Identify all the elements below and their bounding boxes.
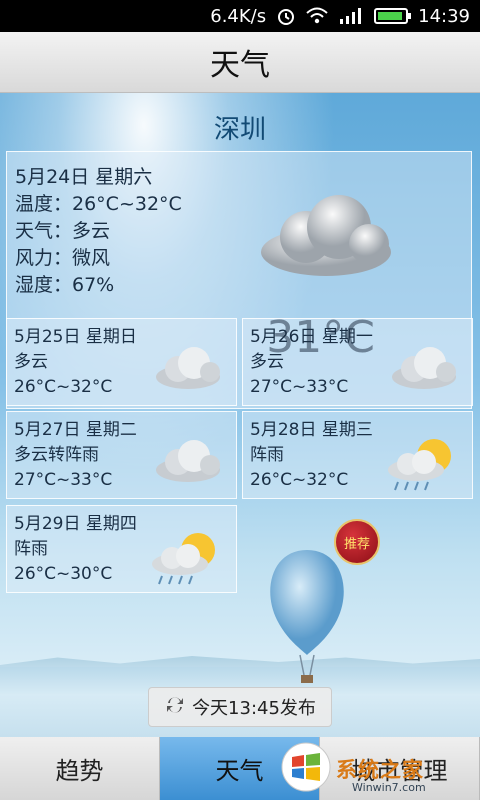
city-name[interactable]: 深圳 [0,109,480,146]
sun-shower-icon [384,434,460,502]
forecast-date: 5月26日 星期一 [250,327,373,347]
tab-trend[interactable]: 趋势 [0,737,160,800]
cloudy-icon [152,341,224,395]
today-wind: 风力：微风 [15,247,111,269]
watermark: 系统之家 Winwin7.com [280,737,480,800]
forecast-weather: 多云转阵雨 [14,445,99,465]
watermark-brand: 系统之家 [336,757,424,782]
watermark-url: Winwin7.com [352,781,426,794]
forecast-date: 5月25日 星期日 [14,327,137,347]
today-date: 5月24日 星期六 [15,166,153,188]
forecast-weather: 多云 [14,352,48,372]
forecast-card[interactable]: 5月25日 星期日 多云 26°C~32°C [6,318,237,406]
sun-shower-icon [148,528,224,596]
cloudy-icon [251,182,401,286]
forecast-date: 5月28日 星期三 [250,420,373,440]
promo-card[interactable]: 推荐 [242,505,473,683]
hot-air-balloon-image [262,545,352,699]
forecast-card[interactable]: 5月29日 星期四 阵雨 26°C~30°C [6,505,237,593]
weather-content: 深圳 5月24日 星期六 温度：26°C~32°C 天气：多云 风力：微风 湿度… [0,93,480,737]
network-speed: 6.4K/s [210,5,267,27]
page-title: 天气 [0,32,480,93]
signal-icon [338,7,364,25]
forecast-temp: 26°C~30°C [14,564,113,584]
alarm-icon [276,6,296,26]
forecast-temp: 26°C~32°C [14,377,113,397]
forecast-card[interactable]: 5月26日 星期一 多云 27°C~33°C [242,318,473,406]
forecast-temp: 27°C~33°C [14,470,113,490]
windows-logo-icon [280,741,332,797]
forecast-weather: 阵雨 [14,539,48,559]
status-bar: 6.4K/s 14:39 [0,0,480,32]
refresh-button[interactable]: 今天13:45发布 [148,687,332,727]
forecast-temp: 27°C~33°C [250,377,349,397]
forecast-card[interactable]: 5月27日 星期二 多云转阵雨 27°C~33°C [6,411,237,499]
cloudy-icon [388,341,460,395]
forecast-card[interactable]: 5月28日 星期三 阵雨 26°C~32°C [242,411,473,499]
today-temperature: 温度：26°C~32°C [15,193,182,215]
forecast-temp: 26°C~32°C [250,470,349,490]
forecast-weather: 阵雨 [250,445,284,465]
refresh-icon [164,694,186,721]
today-humidity: 湿度：67% [15,274,115,296]
today-weather: 天气：多云 [15,220,111,242]
cloudy-icon [152,434,224,488]
clock: 14:39 [418,5,470,27]
wifi-icon [306,7,328,25]
forecast-weather: 多云 [250,352,284,372]
battery-icon [374,8,412,24]
recommend-badge[interactable]: 推荐 [334,519,380,565]
forecast-date: 5月27日 星期二 [14,420,137,440]
publish-time: 今天13:45发布 [192,698,316,719]
forecast-date: 5月29日 星期四 [14,514,137,534]
